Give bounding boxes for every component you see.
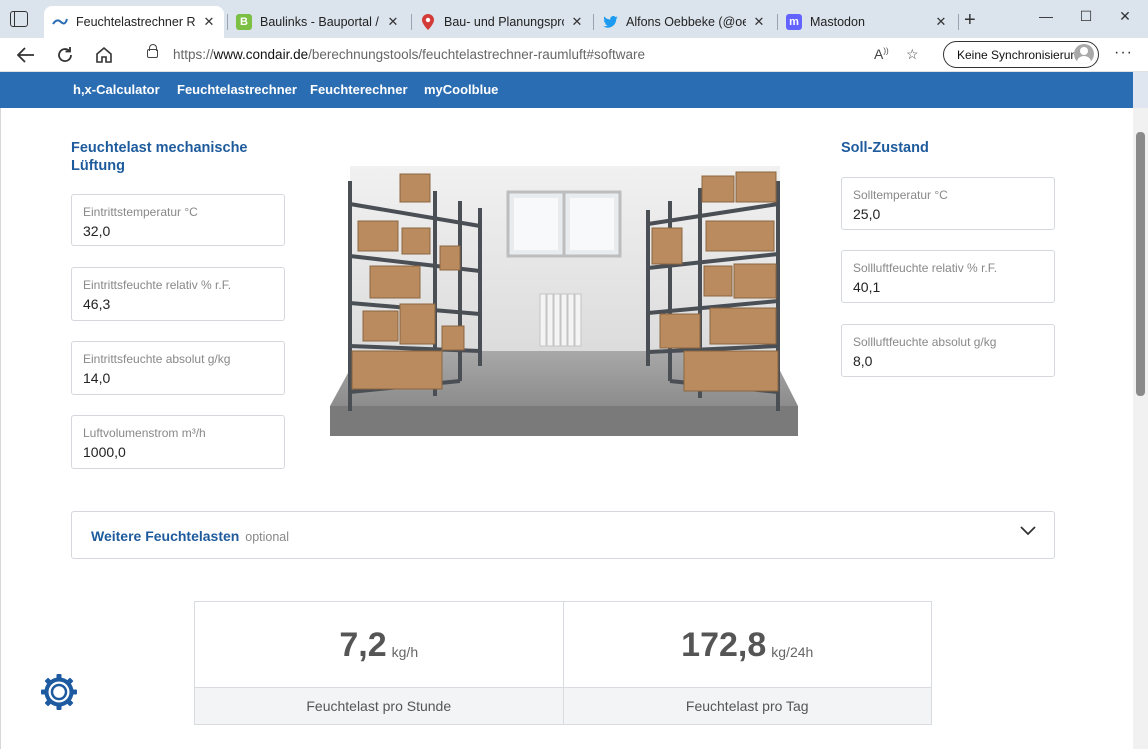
condair-favicon-icon bbox=[52, 14, 68, 30]
field-value[interactable]: 14,0 bbox=[83, 370, 273, 386]
tab-mastodon[interactable]: m Mastodon ✕ bbox=[778, 6, 956, 38]
tab-separator bbox=[958, 14, 959, 30]
result-per-hour: 7,2 kg/h Feuchtelast pro Stunde bbox=[195, 602, 563, 724]
result-per-day: 172,8 kg/24h Feuchtelast pro Tag bbox=[562, 602, 931, 724]
field-value[interactable]: 1000,0 bbox=[83, 444, 273, 460]
close-tab-icon[interactable]: ✕ bbox=[570, 14, 584, 30]
mastodon-icon: m bbox=[786, 14, 802, 30]
inlet-humidity-absolute-field[interactable]: Eintrittsfeuchte absolut g/kg 14,0 bbox=[71, 341, 285, 395]
result-label: Feuchtelast pro Tag bbox=[563, 687, 931, 724]
tab-planungsprojekte[interactable]: Bau- und Planungsprojekte ✕ bbox=[412, 6, 592, 38]
target-humidity-absolute-field[interactable]: Sollluftfeuchte absolut g/kg 8,0 bbox=[841, 324, 1055, 377]
nav-hx-calculator[interactable]: h,x-Calculator bbox=[73, 82, 160, 97]
chevron-down-icon[interactable] bbox=[1020, 526, 1036, 536]
page-content: Feuchtelast mechanische Lüftung Eintritt… bbox=[0, 108, 1133, 749]
result-label: Feuchtelast pro Stunde bbox=[195, 687, 563, 724]
nav-mycoolblue[interactable]: myCoolblue bbox=[424, 82, 498, 97]
warehouse-room-image bbox=[330, 166, 798, 436]
target-humidity-relative-field[interactable]: Sollluftfeuchte relativ % r.F. 40,1 bbox=[841, 250, 1055, 303]
field-value[interactable]: 32,0 bbox=[83, 223, 273, 239]
close-window-icon[interactable]: ✕ bbox=[1102, 8, 1148, 25]
sync-label: Keine Synchronisierung bbox=[957, 47, 1084, 62]
accordion-title: Weitere Feuchtelasten optional bbox=[91, 528, 290, 544]
close-tab-icon[interactable]: ✕ bbox=[934, 14, 948, 30]
inlet-humidity-relative-field[interactable]: Eintrittsfeuchte relativ % r.F. 46,3 bbox=[71, 267, 285, 321]
url-bar[interactable]: https://www.condair.de/berechnungstools/… bbox=[132, 41, 932, 69]
site-navigation: h,x-Calculator Feuchtelastrechner Feucht… bbox=[0, 72, 1133, 108]
nav-feuchtelastrechner[interactable]: Feuchtelastrechner bbox=[177, 82, 297, 97]
field-label: Luftvolumenstrom m³/h bbox=[83, 426, 206, 440]
gear-icon[interactable] bbox=[40, 673, 78, 711]
tab-strip: Feuchtelastrechner Raumluft ✕ B Baulinks… bbox=[0, 0, 1148, 38]
inlet-temperature-field[interactable]: Eintrittstemperatur °C 32,0 bbox=[71, 194, 285, 246]
additional-loads-accordion[interactable]: Weitere Feuchtelasten optional bbox=[71, 511, 1055, 559]
tab-baulinks[interactable]: B Baulinks - Bauportal / Baufachinformat… bbox=[228, 6, 408, 38]
field-value[interactable]: 46,3 bbox=[83, 296, 273, 312]
twitter-bird-icon bbox=[602, 14, 618, 30]
field-value[interactable]: 25,0 bbox=[853, 206, 1043, 222]
close-tab-icon[interactable]: ✕ bbox=[386, 14, 400, 30]
field-label: Eintrittsfeuchte absolut g/kg bbox=[83, 352, 231, 366]
more-menu-icon[interactable]: ··· bbox=[1114, 44, 1133, 62]
tab-feuchtelastrechner[interactable]: Feuchtelastrechner Raumluft ✕ bbox=[44, 6, 224, 38]
close-tab-icon[interactable]: ✕ bbox=[202, 14, 216, 30]
lock-icon[interactable] bbox=[147, 44, 158, 58]
ventilation-section-title: Feuchtelast mechanische Lüftung bbox=[71, 140, 248, 174]
new-tab-icon[interactable]: + bbox=[964, 10, 976, 30]
target-state-section-title: Soll-Zustand bbox=[841, 140, 929, 156]
nav-feuchterechner[interactable]: Feuchterechner bbox=[310, 82, 408, 97]
result-unit: kg/24h bbox=[771, 643, 814, 660]
tab-title: Mastodon bbox=[810, 15, 865, 29]
results-panel: 7,2 kg/h Feuchtelast pro Stunde 172,8 kg… bbox=[194, 601, 932, 725]
field-label: Sollluftfeuchte absolut g/kg bbox=[853, 335, 997, 349]
address-bar-row: https://www.condair.de/berechnungstools/… bbox=[0, 38, 1148, 72]
tab-title: Feuchtelastrechner Raumluft bbox=[76, 15, 196, 29]
tab-twitter[interactable]: Alfons Oebbeke (@oebbeke) ✕ bbox=[594, 6, 774, 38]
home-icon[interactable] bbox=[92, 43, 116, 67]
map-pin-favicon-icon bbox=[420, 14, 436, 30]
air-volume-flow-field[interactable]: Luftvolumenstrom m³/h 1000,0 bbox=[71, 415, 285, 469]
field-label: Solltemperatur °C bbox=[853, 188, 948, 202]
field-value[interactable]: 40,1 bbox=[853, 279, 1043, 295]
field-value[interactable]: 8,0 bbox=[853, 353, 1043, 369]
add-favorite-icon[interactable]: ☆ bbox=[906, 46, 919, 63]
scrollbar-thumb[interactable] bbox=[1136, 132, 1145, 396]
back-icon[interactable] bbox=[14, 43, 38, 67]
result-value: 7,2 bbox=[339, 626, 387, 664]
close-tab-icon[interactable]: ✕ bbox=[752, 14, 766, 30]
sync-button[interactable]: Keine Synchronisierung bbox=[943, 41, 1099, 68]
tab-title: Alfons Oebbeke (@oebbeke) bbox=[626, 15, 746, 29]
accordion-optional-hint: optional bbox=[245, 530, 290, 544]
result-unit: kg/h bbox=[391, 643, 419, 660]
baulinks-favicon-icon: B bbox=[236, 14, 252, 30]
field-label: Eintrittstemperatur °C bbox=[83, 205, 198, 219]
url-text[interactable]: https://www.condair.de/berechnungstools/… bbox=[173, 47, 645, 62]
profile-avatar-icon bbox=[1074, 44, 1094, 64]
result-value: 172,8 bbox=[681, 626, 767, 664]
field-label: Sollluftfeuchte relativ % r.F. bbox=[853, 261, 998, 275]
tab-actions-icon[interactable] bbox=[10, 11, 28, 27]
tab-title: Bau- und Planungsprojekte bbox=[444, 15, 564, 29]
target-temperature-field[interactable]: Solltemperatur °C 25,0 bbox=[841, 177, 1055, 230]
field-label: Eintrittsfeuchte relativ % r.F. bbox=[83, 278, 232, 292]
tab-title: Baulinks - Bauportal / Baufachinformatio… bbox=[260, 15, 380, 29]
page-scrollbar[interactable] bbox=[1133, 108, 1148, 749]
reload-icon[interactable] bbox=[53, 43, 77, 67]
read-aloud-icon[interactable]: A)) bbox=[874, 46, 889, 62]
